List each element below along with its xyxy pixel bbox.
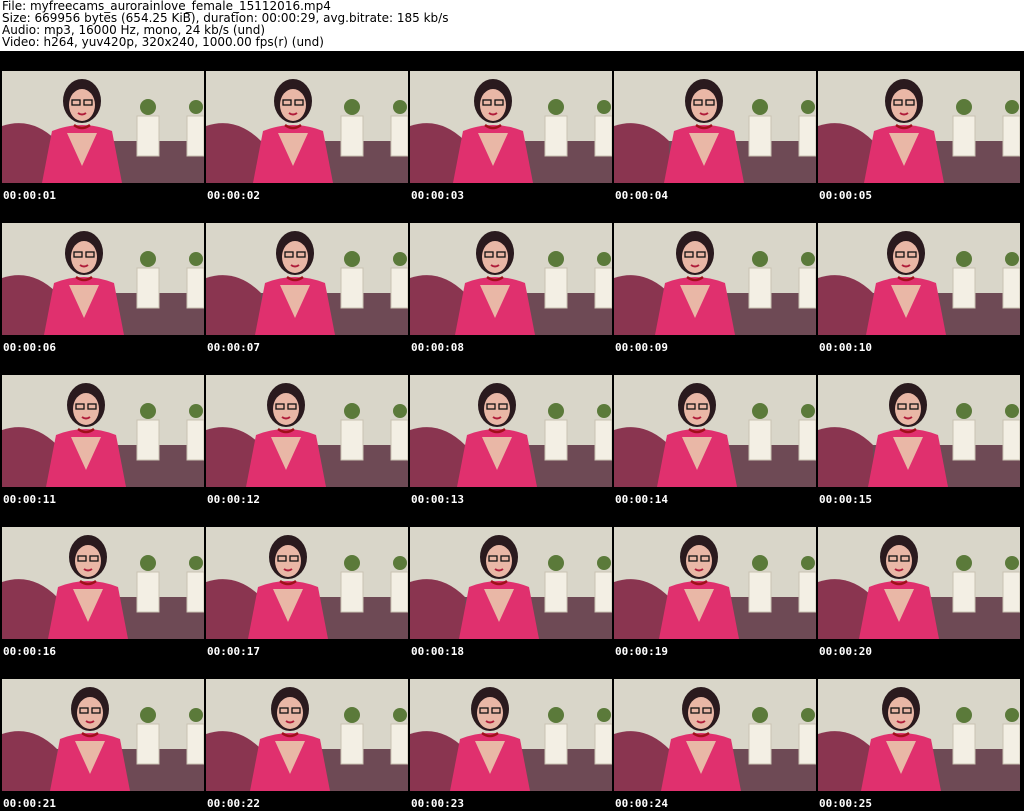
thumbnail-cell: 00:00:05 — [816, 51, 1020, 203]
thumbnail-cell: 00:00:12 — [204, 355, 408, 507]
timestamp-label: 00:00:14 — [615, 493, 668, 506]
timestamp-label: 00:00:12 — [207, 493, 260, 506]
info-header: File: myfreecams_aurorainlove_female_151… — [0, 0, 1024, 51]
thumbnail-cell: 00:00:04 — [612, 51, 816, 203]
timestamp-label: 00:00:20 — [819, 645, 872, 658]
thumbnail-cell: 00:00:20 — [816, 507, 1020, 659]
timestamp-label: 00:00:19 — [615, 645, 668, 658]
video-frame-thumbnail — [818, 527, 1020, 639]
thumbnail-cell: 00:00:03 — [408, 51, 612, 203]
thumbnail-cell: 00:00:10 — [816, 203, 1020, 355]
timestamp-label: 00:00:13 — [411, 493, 464, 506]
thumbnail-cell: 00:00:22 — [204, 659, 408, 811]
video-frame-thumbnail — [2, 527, 204, 639]
timestamp-label: 00:00:01 — [3, 189, 56, 202]
thumbnail-cell: 00:00:02 — [204, 51, 408, 203]
thumbnail-cell: 00:00:07 — [204, 203, 408, 355]
video-frame-thumbnail — [2, 71, 204, 183]
thumbnail-cell: 00:00:14 — [612, 355, 816, 507]
thumbnail-cell: 00:00:19 — [612, 507, 816, 659]
timestamp-label: 00:00:25 — [819, 797, 872, 810]
video-frame-thumbnail — [410, 71, 612, 183]
video-frame-thumbnail — [206, 679, 408, 791]
timestamp-label: 00:00:08 — [411, 341, 464, 354]
thumbnail-cell: 00:00:11 — [0, 355, 204, 507]
thumbnail-cell: 00:00:13 — [408, 355, 612, 507]
thumbnail-cell: 00:00:23 — [408, 659, 612, 811]
video-frame-thumbnail — [614, 527, 816, 639]
thumbnail-cell: 00:00:15 — [816, 355, 1020, 507]
timestamp-label: 00:00:10 — [819, 341, 872, 354]
timestamp-label: 00:00:03 — [411, 189, 464, 202]
video-frame-thumbnail — [614, 375, 816, 487]
timestamp-label: 00:00:09 — [615, 341, 668, 354]
video-frame-thumbnail — [614, 223, 816, 335]
video-frame-thumbnail — [410, 679, 612, 791]
video-frame-thumbnail — [410, 375, 612, 487]
thumbnail-cell: 00:00:24 — [612, 659, 816, 811]
thumbnail-cell: 00:00:08 — [408, 203, 612, 355]
video-frame-thumbnail — [614, 71, 816, 183]
timestamp-label: 00:00:05 — [819, 189, 872, 202]
video-frame-thumbnail — [206, 375, 408, 487]
video-frame-thumbnail — [206, 71, 408, 183]
video-frame-thumbnail — [206, 527, 408, 639]
thumbnail-cell: 00:00:25 — [816, 659, 1020, 811]
video-line: Video: h264, yuv420p, 320x240, 1000.00 f… — [2, 35, 324, 49]
thumbnail-grid: 00:00:01 00:00:02 00:00:03 00:00:04 00:00:05… — [0, 51, 1024, 811]
thumbnail-cell: 00:00:21 — [0, 659, 204, 811]
timestamp-label: 00:00:16 — [3, 645, 56, 658]
video-frame-thumbnail — [818, 223, 1020, 335]
video-frame-thumbnail — [206, 223, 408, 335]
video-frame-thumbnail — [818, 71, 1020, 183]
timestamp-label: 00:00:17 — [207, 645, 260, 658]
video-frame-thumbnail — [2, 375, 204, 487]
thumbnail-cell: 00:00:18 — [408, 507, 612, 659]
thumbnail-cell: 00:00:06 — [0, 203, 204, 355]
timestamp-label: 00:00:04 — [615, 189, 668, 202]
timestamp-label: 00:00:06 — [3, 341, 56, 354]
timestamp-label: 00:00:18 — [411, 645, 464, 658]
video-frame-thumbnail — [2, 223, 204, 335]
video-frame-thumbnail — [818, 679, 1020, 791]
video-frame-thumbnail — [818, 375, 1020, 487]
thumbnail-cell: 00:00:16 — [0, 507, 204, 659]
thumbnail-cell: 00:00:17 — [204, 507, 408, 659]
timestamp-label: 00:00:11 — [3, 493, 56, 506]
timestamp-label: 00:00:21 — [3, 797, 56, 810]
thumbnail-cell: 00:00:09 — [612, 203, 816, 355]
video-frame-thumbnail — [614, 679, 816, 791]
timestamp-label: 00:00:23 — [411, 797, 464, 810]
timestamp-label: 00:00:22 — [207, 797, 260, 810]
timestamp-label: 00:00:24 — [615, 797, 668, 810]
video-frame-thumbnail — [410, 527, 612, 639]
timestamp-label: 00:00:07 — [207, 341, 260, 354]
thumbnail-cell: 00:00:01 — [0, 51, 204, 203]
timestamp-label: 00:00:02 — [207, 189, 260, 202]
video-frame-thumbnail — [410, 223, 612, 335]
timestamp-label: 00:00:15 — [819, 493, 872, 506]
video-frame-thumbnail — [2, 679, 204, 791]
